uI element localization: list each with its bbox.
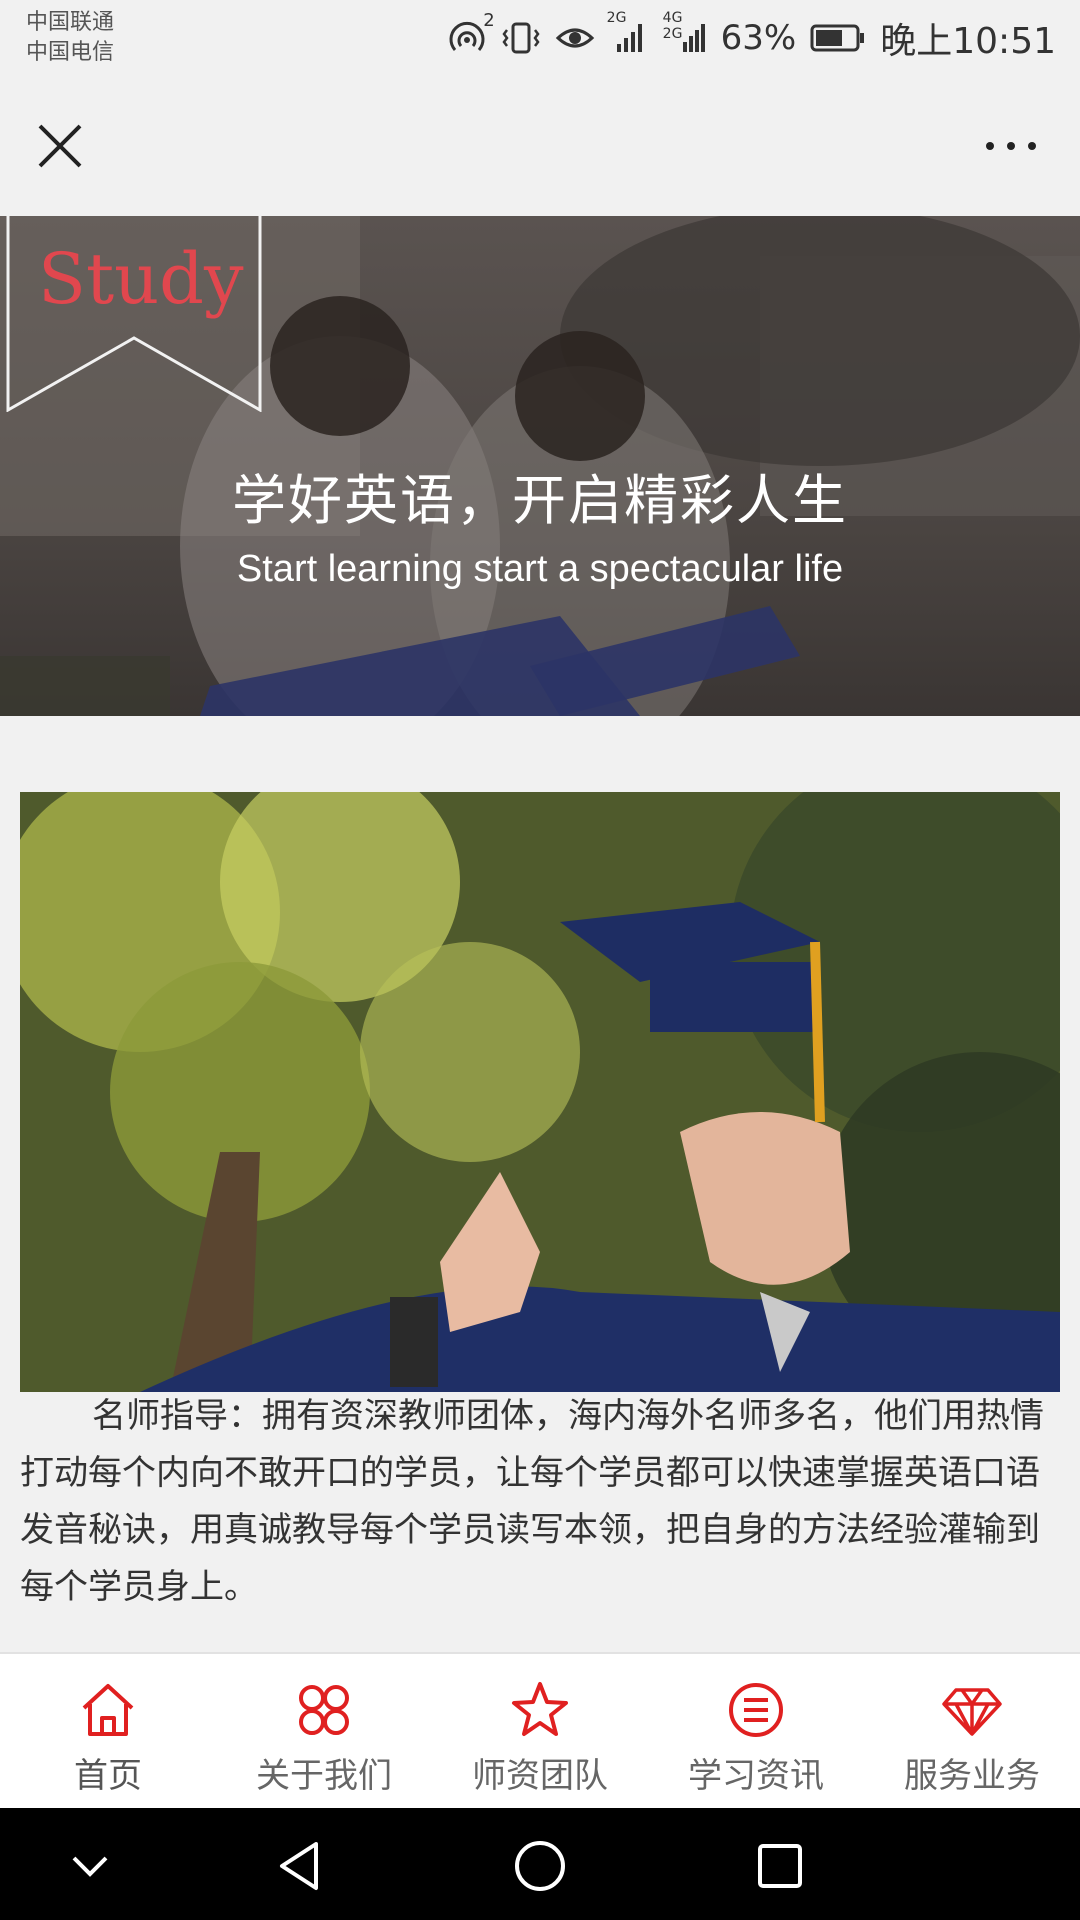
nav-home-button[interactable] (510, 1836, 570, 1896)
nav-recents-button[interactable] (750, 1836, 810, 1896)
tab-news-label: 学习资讯 (688, 1756, 824, 1796)
eye-icon (555, 20, 595, 56)
system-nav-bar (0, 1808, 1080, 1920)
carrier-1: 中国联通 (26, 10, 115, 35)
nav-back-button[interactable] (270, 1836, 330, 1896)
vibrate-icon (501, 20, 541, 56)
home-circle-icon (515, 1841, 565, 1891)
hotspot-badge: 2 (483, 10, 495, 31)
carrier-2: 中国电信 (26, 40, 115, 65)
signal-icon: 2G (607, 10, 649, 56)
grid-icon (299, 1685, 349, 1735)
more-button[interactable] (976, 126, 1046, 166)
tab-home-label: 首页 (74, 1756, 142, 1796)
diamond-icon (942, 1688, 1002, 1736)
list-icon (729, 1683, 783, 1737)
hero-banner: Study 学好英语，开启精彩人生 Start learning start a… (0, 216, 1080, 716)
tab-teachers-label: 师资团队 (472, 1756, 608, 1796)
system-icons: 2 2G 4G 2G 63% 晚上10:51 (447, 10, 1056, 62)
carrier-names: 中国联通 中国电信 (26, 8, 114, 68)
tab-services[interactable]: 服务业务 (864, 1654, 1080, 1808)
tab-teachers[interactable]: 师资团队 (432, 1654, 648, 1808)
home-icon (82, 1684, 134, 1736)
title-bar (0, 86, 1080, 216)
signal-2-bottom-label: 2G (662, 26, 683, 42)
battery-icon (810, 23, 866, 53)
hero-subtitle: Start learning start a spectacular life (236, 548, 844, 590)
back-triangle-icon (280, 1842, 318, 1890)
bottom-tab-bar: 首页 关于我们 师资团队 学习资讯 服务业务 (0, 1652, 1080, 1808)
clock: 晚上10:51 (880, 21, 1056, 62)
battery-percent: 63% (720, 18, 797, 58)
tab-home[interactable]: 首页 (0, 1654, 216, 1808)
article-description: 名师指导：拥有资深教师团体，海内海外名师多名，他们用热情打动每个内向不敢开口的学… (20, 1396, 1044, 1607)
signal-1-label: 2G (606, 10, 627, 26)
tab-about[interactable]: 关于我们 (216, 1654, 432, 1808)
study-tag-text: Study (38, 238, 244, 320)
status-bar: 中国联通 中国电信 2 2G 4G 2G 63% 晚上10:51 (0, 0, 1080, 86)
tab-about-label: 关于我们 (256, 1756, 392, 1796)
signal-icon-2: 4G 2G (662, 10, 707, 56)
hotspot-icon: 2 (447, 10, 495, 56)
close-icon (38, 124, 82, 168)
more-dots-icon (986, 142, 1036, 150)
graduate-photo (20, 792, 1060, 1392)
star-icon (512, 1682, 568, 1736)
hero-title: 学好英语，开启精彩人生 (232, 469, 848, 532)
nav-collapse-button[interactable] (60, 1836, 120, 1896)
graduate-image (20, 792, 1060, 1392)
chevron-down-icon (72, 1856, 108, 1877)
tab-news[interactable]: 学习资讯 (648, 1654, 864, 1808)
close-button[interactable] (30, 116, 90, 176)
recents-square-icon (758, 1844, 802, 1888)
signal-2-top-label: 4G (662, 10, 683, 26)
tab-services-label: 服务业务 (904, 1756, 1040, 1796)
